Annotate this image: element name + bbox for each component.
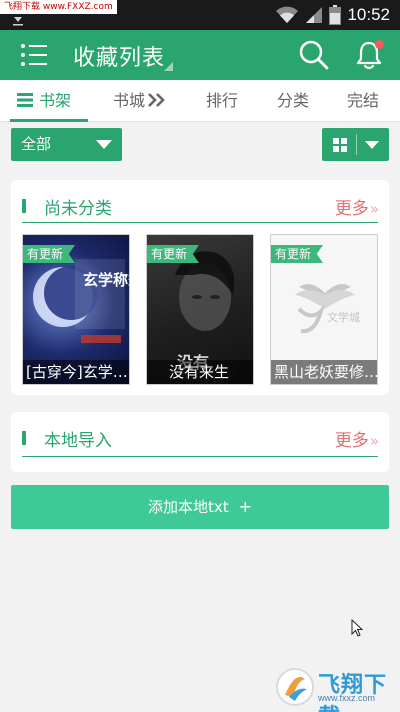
section-marker	[22, 431, 26, 445]
menu-list-icon[interactable]	[20, 42, 48, 68]
download-icon	[13, 17, 23, 26]
chevron-down-icon	[365, 141, 379, 149]
plus-icon: +	[238, 497, 253, 516]
book-cover: 没有 有更新 没有来生	[146, 234, 254, 385]
watermark-url: www.fxxz.com	[318, 693, 376, 703]
watermark-banner: 飞翔下载 www.FXXZ.com	[0, 0, 117, 14]
notification-dot	[375, 40, 384, 49]
title-dropdown-corner-icon	[164, 62, 173, 71]
more-link[interactable]: 更多»	[335, 194, 379, 219]
update-badge: 有更新	[23, 245, 76, 263]
tab-bar: 书架 书城 排行 分类 完结	[0, 80, 400, 122]
tab-bookshelf[interactable]: 书架	[17, 80, 71, 122]
watermark-logo-icon	[276, 668, 314, 706]
section-divider	[22, 456, 378, 457]
book-cover: 玄学称霸现代 有更新 [古穿今]玄学…	[22, 234, 130, 385]
section-local-import: 本地导入 更多»	[11, 412, 389, 472]
tab-ranking[interactable]: 排行	[206, 80, 238, 122]
more-link[interactable]: 更多»	[335, 426, 379, 451]
book-title: 没有来生	[147, 360, 253, 384]
book-cover: 文学城 有更新 黑山老妖要修…	[270, 234, 378, 385]
filter-selected-label: 全部	[21, 135, 52, 153]
mouse-cursor-icon	[351, 619, 363, 637]
double-chevron-right-icon: »	[369, 432, 379, 450]
section-title: 尚未分类	[44, 199, 112, 219]
more-label: 更多	[334, 199, 369, 219]
chevron-down-icon	[96, 140, 112, 149]
wifi-icon	[276, 6, 299, 23]
tab-bookstore[interactable]: 书城	[113, 80, 166, 122]
book-item[interactable]: 没有 有更新 没有来生	[146, 234, 254, 385]
section-divider	[22, 222, 378, 223]
signal-icon	[306, 7, 323, 23]
book-item[interactable]: 文学城 有更新 黑山老妖要修…	[270, 234, 378, 385]
list-icon	[17, 93, 33, 107]
active-tab-indicator	[10, 119, 88, 122]
add-local-label: 添加本地txt	[147, 498, 229, 516]
add-local-txt-button[interactable]: 添加本地txt +	[11, 485, 389, 529]
tab-label: 书架	[39, 91, 72, 110]
more-label: 更多	[334, 431, 369, 451]
tab-label: 书城	[113, 91, 146, 110]
notification-button[interactable]	[352, 38, 386, 72]
book-item[interactable]: 玄学称霸现代 有更新 [古穿今]玄学…	[22, 234, 130, 385]
cover-title-art: 玄学称霸现代	[83, 271, 130, 289]
double-chevron-right-icon: »	[369, 200, 379, 218]
app-bar: 收藏列表	[0, 30, 400, 80]
book-title: 黑山老妖要修…	[271, 360, 377, 384]
section-uncategorized: 尚未分类 更多» 玄学称霸现代 有更新 [古穿今]玄学…	[11, 180, 389, 395]
update-badge: 有更新	[271, 245, 324, 263]
double-chevron-right-icon	[148, 93, 165, 107]
status-bar: 飞翔下载 www.FXXZ.com 10:52	[0, 0, 400, 30]
view-mode-dropdown[interactable]	[322, 128, 389, 161]
divider	[356, 134, 357, 155]
watermark-brand: 飞翔下载	[318, 673, 388, 712]
update-badge: 有更新	[147, 245, 200, 263]
section-marker	[22, 199, 26, 213]
grid-icon	[333, 138, 347, 152]
page-title[interactable]: 收藏列表	[73, 40, 165, 72]
book-title: [古穿今]玄学…	[23, 360, 129, 384]
category-filter-dropdown[interactable]: 全部	[11, 128, 122, 161]
battery-icon	[329, 5, 342, 25]
section-title: 本地导入	[44, 431, 112, 451]
tab-completed[interactable]: 完结	[347, 80, 379, 122]
tab-categories[interactable]: 分类	[277, 80, 309, 122]
search-icon[interactable]	[298, 39, 330, 71]
status-time: 10:52	[347, 5, 390, 24]
cover-title-art: 文学城	[327, 310, 360, 324]
